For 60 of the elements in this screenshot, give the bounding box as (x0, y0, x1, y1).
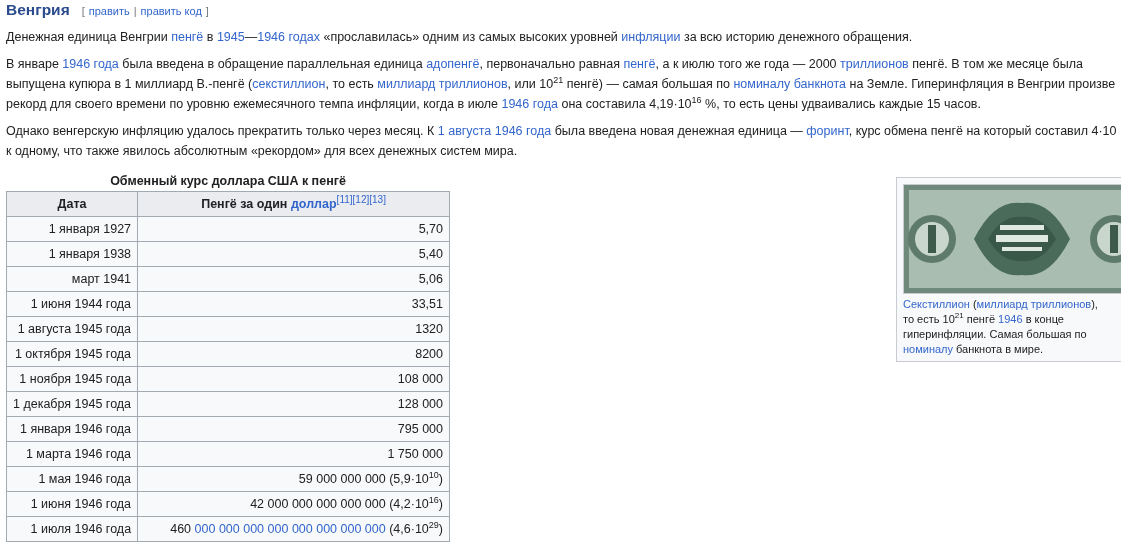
table-cell: 460 000 000 000 000 000 000 000 000 (4,6·10$^{29}$) (137, 516, 450, 542)
table-cell: 795 000 (137, 416, 450, 442)
table-cell: 1320 (137, 316, 450, 342)
article-link[interactable]: 1945 (216, 30, 245, 44)
table-cell: 1 июня 1946 года (6, 491, 138, 517)
article-link[interactable]: форинт (806, 124, 849, 138)
bracket-text: [ (81, 5, 85, 17)
table-cell: 128 000 (137, 391, 450, 417)
edit-link[interactable]: править код (140, 5, 202, 17)
article-link[interactable]: триллионов (840, 57, 909, 71)
article-link[interactable]: 1946 годах (257, 30, 320, 44)
article-link[interactable]: номиналу (903, 343, 953, 355)
table-cell: 1 декабря 1945 года (6, 391, 138, 417)
table-cell: 5,40 (137, 241, 450, 267)
article-link[interactable]: миллиард триллионов (377, 77, 508, 91)
paragraph-text: Денежная единица Венгрии пенгё в 1945—1946 годах «прославилась» одним из самых высоких уровней инфляции за всю историю денежного обращения. (6, 29, 914, 46)
reference-link[interactable]: [13] (369, 193, 386, 205)
paragraph-text: В январе 1946 года была введена в обращение параллельная единица адопенгё, первоначально равная пенгё, а к июлю того же года — 2000 триллионов пенгё. В том же месяце была выпущена купюра в 1 миллиард В.-пенгё (секстиллион, то есть миллиард триллионов, или 10$^{21}$ пенгё) — самая большая по номиналу банкнота на Земле. Гиперинфляция в Венгрии произве рекорд для своего времени по уровню ежемесячного темпа инфляции, когда в июле 1946 года она составила 4,19·10$^{16}$ %, то есть цены удваивались каждые 15 часов. (6, 56, 1117, 113)
table-caption: Обменный курс доллара США к пенгё (109, 173, 347, 190)
table-cell: 59 000 000 000 (5,9·10$^{10}$) (137, 466, 450, 492)
table-cell: 42 000 000 000 000 000 (4,2·10$^{16}$) (137, 491, 450, 517)
image-caption: Секстиллион (миллиард триллионов), то есть 10$^{21}$ пенгё 1946 в конце гиперинфляции. Самая большая по номиналу банкнота в мире. (903, 297, 1099, 357)
section-heading: Венгрия (6, 1, 70, 19)
table-cell: 1 марта 1946 года (6, 441, 138, 467)
table-cell: 1 января 1946 года (6, 416, 138, 442)
table-cell: 8200 (137, 341, 450, 367)
article-link[interactable]: 1 августа 1946 года (437, 124, 552, 138)
table-cell: март 1941 (6, 266, 138, 292)
table-cell: 1 января 1927 (6, 216, 138, 242)
separator-text: | (133, 5, 137, 17)
article-link[interactable]: 1946 года (62, 57, 119, 71)
reference-link[interactable]: [12] (352, 193, 370, 205)
article-link[interactable]: инфляции (621, 30, 681, 44)
table-cell: 1 июля 1946 года (6, 516, 138, 542)
bracket-text: ] (205, 5, 209, 17)
article-link[interactable]: номиналу банкнота (733, 77, 847, 91)
column-header: Дата (6, 191, 138, 217)
article-link[interactable]: доллар (290, 197, 337, 211)
table-cell: 1 мая 1946 года (6, 466, 138, 492)
paragraph-text: Однако венгерскую инфляцию удалось прекратить только через месяц. К 1 августа 1946 года была введена новая денежная единица — форинт, курс обмена пенгё на который составил 4·10 к одному, что также явилось абсолютным «рекордом» для всех денежных систем мира. (6, 123, 1118, 160)
table-cell: 1 750 000 (137, 441, 450, 467)
table-cell: 5,70 (137, 216, 450, 242)
article-link[interactable]: 1946 года (501, 97, 558, 111)
article-link[interactable]: 000 000 000 000 000 000 000 000 (194, 522, 386, 536)
table-cell: 1 октября 1945 года (6, 341, 138, 367)
article-link[interactable]: адопенгё (426, 57, 480, 71)
article-link[interactable]: миллиард триллионов (976, 298, 1092, 310)
article-link[interactable]: 1946 (998, 313, 1023, 325)
table-cell: 1 ноября 1945 года (6, 366, 138, 392)
table-cell: 1 августа 1945 года (6, 316, 138, 342)
article-link[interactable]: пенгё (171, 30, 204, 44)
table-cell: 1 июня 1944 года (6, 291, 138, 317)
table-cell: 108 000 (137, 366, 450, 392)
table-cell: 5,06 (137, 266, 450, 292)
edit-link[interactable]: править (88, 5, 130, 17)
article-link[interactable]: пенгё (623, 57, 656, 71)
reference-link[interactable]: [11] (336, 193, 353, 205)
article-link[interactable]: Секстиллион (903, 298, 970, 310)
table-cell: 1 января 1938 (6, 241, 138, 267)
table-cell: 33,51 (137, 291, 450, 317)
